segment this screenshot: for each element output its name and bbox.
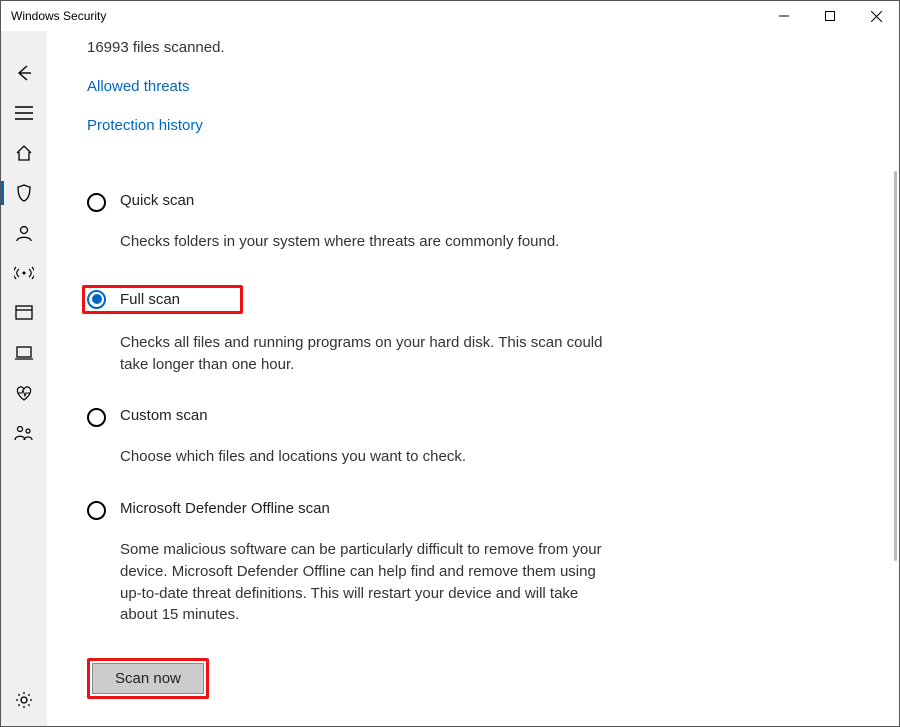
sidebar-item-firewall[interactable] xyxy=(1,253,47,293)
radio-full-scan[interactable] xyxy=(87,290,106,309)
scan-option-title: Custom scan xyxy=(120,407,607,424)
shield-icon xyxy=(15,183,33,203)
scan-now-wrap: Scan now xyxy=(87,658,869,699)
scan-option-custom[interactable]: Custom scan Choose which files and locat… xyxy=(87,407,607,468)
windows-security-window: Windows Security xyxy=(0,0,900,727)
back-arrow-icon xyxy=(15,64,33,82)
scan-option-title: Quick scan xyxy=(120,192,607,209)
gear-icon xyxy=(15,691,33,709)
scan-option-desc: Some malicious software can be particula… xyxy=(120,539,607,626)
sidebar-item-device-security[interactable] xyxy=(1,333,47,373)
home-icon xyxy=(15,144,33,162)
window-body: 16993 files scanned. Allowed threats Pro… xyxy=(1,31,899,726)
files-scanned-status: 16993 files scanned. xyxy=(87,39,869,56)
radio-offline-scan[interactable] xyxy=(87,501,106,520)
scan-option-title: Microsoft Defender Offline scan xyxy=(120,500,607,517)
heart-health-icon xyxy=(14,384,34,402)
minimize-icon xyxy=(779,11,789,21)
hamburger-menu-button[interactable] xyxy=(1,93,47,133)
scan-option-quick[interactable]: Quick scan Checks folders in your system… xyxy=(87,192,607,253)
close-icon xyxy=(871,11,882,22)
sidebar-item-device-performance[interactable] xyxy=(1,373,47,413)
device-icon xyxy=(15,345,33,361)
sidebar-item-account-protection[interactable] xyxy=(1,213,47,253)
person-icon xyxy=(15,224,33,242)
scan-option-desc: Choose which files and locations you wan… xyxy=(120,446,607,468)
network-icon xyxy=(14,265,34,281)
sidebar xyxy=(1,31,47,726)
content-area: 16993 files scanned. Allowed threats Pro… xyxy=(47,31,899,726)
radio-quick-scan[interactable] xyxy=(87,193,106,212)
scan-now-highlight: Scan now xyxy=(87,658,209,699)
minimize-button[interactable] xyxy=(761,1,807,31)
maximize-button[interactable] xyxy=(807,1,853,31)
scan-now-button[interactable]: Scan now xyxy=(92,663,204,694)
sidebar-item-home[interactable] xyxy=(1,133,47,173)
titlebar: Windows Security xyxy=(1,1,899,31)
scan-option-full[interactable]: Full scan Checks all files and running p… xyxy=(87,285,607,376)
scroll-area: 16993 files scanned. Allowed threats Pro… xyxy=(47,31,899,726)
scan-option-desc: Checks folders in your system where thre… xyxy=(120,231,607,253)
sidebar-item-settings[interactable] xyxy=(1,680,47,720)
sidebar-item-app-browser-control[interactable] xyxy=(1,293,47,333)
sidebar-item-family-options[interactable] xyxy=(1,413,47,453)
scan-option-desc: Checks all files and running programs on… xyxy=(120,332,607,376)
scan-option-offline[interactable]: Microsoft Defender Offline scan Some mal… xyxy=(87,500,607,626)
app-window-icon xyxy=(15,305,33,321)
close-button[interactable] xyxy=(853,1,899,31)
maximize-icon xyxy=(825,11,835,21)
scrollbar[interactable] xyxy=(894,171,897,561)
window-title: Windows Security xyxy=(9,9,106,23)
allowed-threats-link[interactable]: Allowed threats xyxy=(87,78,869,95)
protection-history-link[interactable]: Protection history xyxy=(87,117,869,134)
window-controls xyxy=(761,1,899,31)
back-button[interactable] xyxy=(1,53,47,93)
hamburger-icon xyxy=(15,106,33,120)
radio-custom-scan[interactable] xyxy=(87,408,106,427)
sidebar-item-virus-protection[interactable] xyxy=(1,173,47,213)
full-scan-highlight: Full scan xyxy=(82,285,243,314)
family-icon xyxy=(14,424,34,442)
scan-option-title: Full scan xyxy=(120,291,180,308)
scan-options-group: Quick scan Checks folders in your system… xyxy=(87,192,607,626)
